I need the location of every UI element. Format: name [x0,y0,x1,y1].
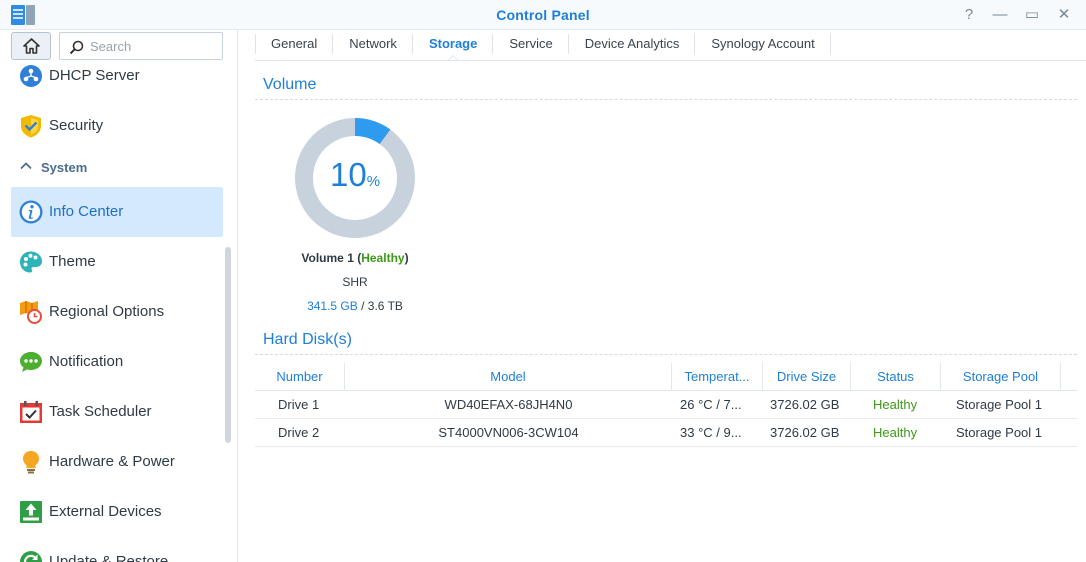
maximize-icon: ▭ [1024,6,1040,23]
cell-drive-size: 3726.02 GB [770,397,840,412]
capacity-separator: / [357,299,368,313]
update-icon [20,551,42,562]
hard-disk-table: Number Model Temperat... Drive Size Stat… [255,363,1077,447]
sidebar-item-label: Notification [49,353,124,370]
sidebar-item-label: Task Scheduler [49,403,152,420]
tab-label: Storage [428,36,478,51]
table-row[interactable]: Drive 1 WD40EFAX-68JH4N0 26 °C / 7... 37… [255,391,1077,419]
sidebar-item-label: DHCP Server [49,67,140,84]
section-divider [255,354,1077,355]
table-header: Number Model Temperat... Drive Size Stat… [255,363,1077,391]
cell-storage-pool: Storage Pool 1 [956,397,1043,412]
section-header-system[interactable]: System [17,156,217,180]
tab-synology-account[interactable]: Synology Account [695,30,832,58]
volume-used: 341.5 GB [307,299,358,313]
sidebar-item-regional-options[interactable]: Regional Options [11,287,223,337]
info-icon [19,200,43,224]
column-header-storage-pool[interactable]: Storage Pool [941,363,1061,391]
column-header-number[interactable]: Number [255,363,345,391]
sidebar-item-hardware-power[interactable]: Hardware & Power [11,437,223,487]
calendar-check-icon [20,401,42,423]
sidebar-item-update-restore[interactable]: Update & Restore [11,537,223,562]
hard-disks-section-title: Hard Disk(s) [263,331,352,348]
volume-raid-type: SHR [342,275,368,289]
sidebar-item-label: Update & Restore [49,553,169,562]
usage-percent: 10% [293,156,417,194]
sidebar-item-label: External Devices [49,503,162,520]
sidebar-item-label: Hardware & Power [49,453,175,470]
cell-status: Healthy [873,397,918,412]
volume-total: 3.6 TB [367,299,403,313]
tab-network[interactable]: Network [333,30,413,58]
column-header-status[interactable]: Status [851,363,941,391]
table-row[interactable]: Drive 2 ST4000VN006-3CW104 33 °C / 9... … [255,419,1077,447]
cell-number: Drive 2 [278,425,320,440]
volume-name: Volume 1 (Healthy) [301,251,409,265]
title-bar: Control Panel ? — ▭ ✕ [0,0,1086,30]
section-label: System [41,160,88,175]
cell-temperature: 26 °C / 7... [680,397,742,412]
volume-capacity: 341.5 GB / 3.6 TB [255,299,455,313]
palette-icon [20,251,42,273]
volume-status: Healthy [361,251,405,265]
main-panel: General Network Storage Service Device A… [239,30,1086,562]
volume-section-title: Volume [263,76,317,93]
usage-percent-value: 10 [329,156,367,193]
tab-device-analytics[interactable]: Device Analytics [569,30,696,58]
sidebar-item-label: Regional Options [49,303,165,320]
cell-status: Healthy [873,425,918,440]
tab-storage[interactable]: Storage [413,30,494,61]
help-button[interactable]: ? [958,4,980,26]
sidebar-item-label: Info Center [49,203,124,220]
window-title: Control Panel [496,7,590,23]
column-header-drive-size[interactable]: Drive Size [763,363,851,391]
close-button[interactable]: ✕ [1053,4,1075,26]
help-icon: ? [964,6,974,23]
chevron-up-icon [20,162,32,170]
column-header-model[interactable]: Model [345,363,672,391]
sidebar-item-notification[interactable]: Notification [11,337,223,387]
sidebar-scrollbar[interactable] [225,247,231,443]
tab-service[interactable]: Service [493,30,570,58]
sidebar-item-task-scheduler[interactable]: Task Scheduler [11,387,223,437]
sidebar-item-info-center[interactable]: Info Center [11,187,223,237]
dhcp-icon [20,65,42,87]
usage-percent-symbol: % [366,173,381,190]
sidebar-item-external-devices[interactable]: External Devices [11,487,223,537]
maximize-button[interactable]: ▭ [1021,4,1043,26]
column-header-temperature[interactable]: Temperat... [672,363,763,391]
tab-bar: General Network Storage Service Device A… [255,30,832,61]
upload-device-icon [20,501,42,523]
cell-drive-size: 3726.02 GB [770,425,840,440]
sidebar-item-security[interactable]: Security [11,101,223,151]
chat-bubble-icon [20,352,42,372]
shield-icon [21,115,41,138]
sidebar-item-label: Theme [49,253,96,270]
minimize-button[interactable]: — [989,4,1011,26]
cell-storage-pool: Storage Pool 1 [956,425,1043,440]
cell-number: Drive 1 [278,397,320,412]
sidebar-item-theme[interactable]: Theme [11,237,223,287]
section-divider [255,99,1077,100]
sidebar: DHCP Server Security System Info Center … [0,30,238,562]
tab-general[interactable]: General [255,30,334,58]
map-clock-icon [20,301,42,324]
sidebar-item-label: Security [49,117,104,134]
cell-temperature: 33 °C / 9... [680,425,742,440]
minimize-icon: — [992,6,1008,23]
close-icon: ✕ [1057,6,1071,23]
tab-divider [255,60,1086,61]
cell-model: ST4000VN006-3CW104 [438,425,579,440]
sidebar-item-dhcp-server[interactable]: DHCP Server [11,51,223,101]
volume-name-text: Volume 1 [301,251,354,265]
lightbulb-icon [23,451,39,474]
cell-model: WD40EFAX-68JH4N0 [444,397,573,412]
